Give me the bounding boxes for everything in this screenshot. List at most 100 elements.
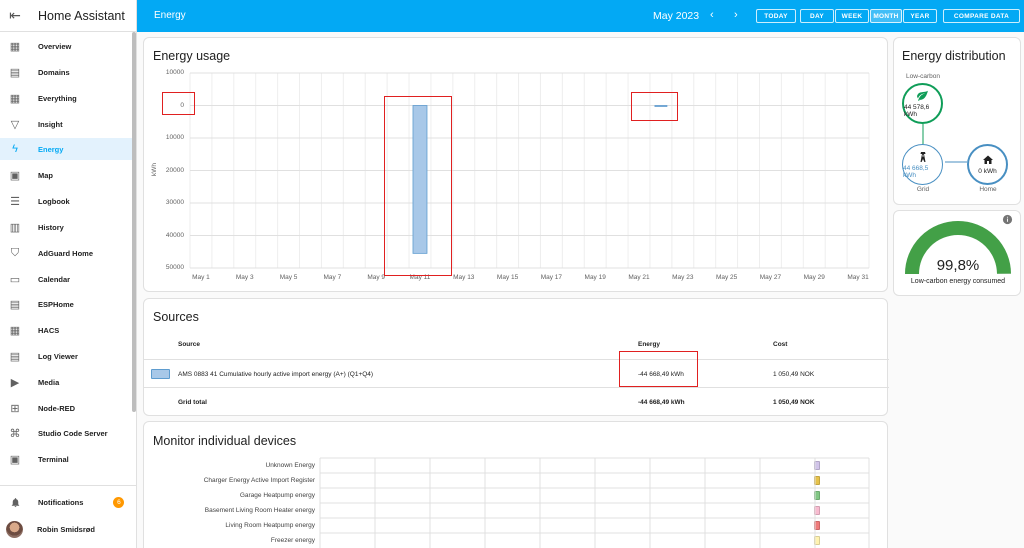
today-button[interactable]: TODAY <box>756 9 796 23</box>
sidebar-item-studio-code-server[interactable]: ⌘ Studio Code Server <box>0 422 132 444</box>
user-name: Robin Smidsrød <box>37 524 95 534</box>
day-button[interactable]: DAY <box>800 9 834 23</box>
low-carbon-node[interactable]: 44 578,6 kWh <box>902 83 943 124</box>
sidebar-item-label: HACS <box>38 325 60 335</box>
office-building-icon: ▤ <box>9 66 21 79</box>
sidebar-scrollbar[interactable] <box>132 32 136 412</box>
highlight-zero-label <box>162 92 195 115</box>
menu-open-icon[interactable]: ⇤ <box>0 7 30 24</box>
grid-node[interactable]: 44 668,5 kWh <box>902 144 943 185</box>
device-bar[interactable] <box>814 461 820 470</box>
home-label: Home <box>979 186 997 193</box>
device-bar[interactable] <box>814 521 820 530</box>
source-color-swatch <box>151 369 170 379</box>
highlight-source-energy <box>619 351 698 387</box>
sidebar-item-terminal[interactable]: ▣ Terminal <box>0 448 132 470</box>
source-cost: 1 050,49 NOK <box>773 371 815 378</box>
x-tick-label: May 17 <box>540 274 563 281</box>
year-button[interactable]: YEAR <box>903 9 937 23</box>
code-icon: ⌘ <box>9 427 21 440</box>
x-tick-label: May 1 <box>192 274 210 281</box>
chevron-left-icon[interactable]: ‹ <box>710 9 714 21</box>
x-tick-label: May 3 <box>235 274 254 281</box>
x-tick-label: May 13 <box>453 274 475 281</box>
sidebar-item-hacs[interactable]: ▦ HACS <box>0 319 132 341</box>
grid-total-label: Grid total <box>178 399 207 406</box>
sidebar-item-domains[interactable]: ▤ Domains <box>0 61 132 83</box>
device-bar[interactable] <box>814 491 820 500</box>
y-tick-label: 10000 <box>165 69 184 76</box>
week-button[interactable]: WEEK <box>835 9 869 23</box>
chart-box-icon: ▥ <box>9 221 21 234</box>
app-title: Home Assistant <box>38 8 125 23</box>
y-tick-label: 50000 <box>165 264 184 271</box>
sidebar-item-adguard-home[interactable]: ⛉ AdGuard Home <box>0 242 132 264</box>
sidebar-item-notifications[interactable]: Notifications 6 <box>0 491 132 513</box>
top-bar: Energy May 2023 ‹ › TODAY DAY WEEK MONTH… <box>137 0 1024 32</box>
device-label: Living Room Heatpump energy <box>225 522 315 529</box>
avatar <box>6 520 23 538</box>
y-tick-label: 40000 <box>165 231 184 239</box>
grid-total-cost: 1 050,49 NOK <box>773 399 815 406</box>
y-tick-label: 20000 <box>165 166 184 174</box>
sidebar-item-label: Everything <box>38 93 77 103</box>
energy-usage-title: Energy usage <box>153 49 231 63</box>
leaf-icon <box>917 90 928 101</box>
sidebar-item-user[interactable]: Robin Smidsrød <box>0 517 132 541</box>
col-energy: Energy <box>638 341 661 348</box>
calendar-icon: ▭ <box>9 273 21 286</box>
sidebar-item-insight[interactable]: ▽ Insight <box>0 113 132 135</box>
device-bar[interactable] <box>814 476 820 485</box>
sidebar-item-label: ESPHome <box>38 299 74 309</box>
home-node[interactable]: 0 kWh <box>967 144 1008 185</box>
sidebar-item-label: Insight <box>38 119 63 129</box>
grid-label: Grid <box>916 186 930 193</box>
sidebar-item-node-red[interactable]: ⊞ Node-RED <box>0 397 132 419</box>
month-button[interactable]: MONTH <box>870 9 902 23</box>
sidebar-item-label: Terminal <box>38 454 69 464</box>
x-tick-label: May 27 <box>759 274 782 281</box>
device-label: Unknown Energy <box>265 462 316 469</box>
highlight-may11-bar <box>384 96 452 276</box>
chip-icon: ▤ <box>9 298 21 311</box>
sidebar-item-label: Domains <box>38 67 70 77</box>
sitemap-icon: ⊞ <box>10 402 20 415</box>
gauge-value: 99,8% <box>936 257 980 274</box>
col-source: Source <box>178 341 201 348</box>
sidebar-item-map[interactable]: ▣ Map <box>0 164 132 186</box>
map-icon: ▣ <box>9 169 21 182</box>
filter-icon: ▽ <box>10 118 20 131</box>
low-carbon-gauge-card: 99,8% Low-carbon energy consumed <box>893 210 1021 296</box>
sidebar-item-log-viewer[interactable]: ▤ Log Viewer <box>0 345 132 367</box>
device-bar[interactable] <box>814 506 820 515</box>
text-box-icon: ▤ <box>9 350 21 363</box>
sources-title: Sources <box>153 310 199 324</box>
lightning-bolt-icon: ϟ <box>12 143 18 155</box>
sidebar-item-label: Map <box>38 170 53 180</box>
sidebar-header: ⇤ Home Assistant <box>0 0 136 32</box>
devices-title: Monitor individual devices <box>153 434 297 448</box>
x-tick-label: May 15 <box>496 274 519 281</box>
sidebar-item-media[interactable]: ▶ Media <box>0 371 132 393</box>
sidebar-item-calendar[interactable]: ▭ Calendar <box>0 268 132 290</box>
sidebar-item-label: History <box>38 222 64 232</box>
sidebar-item-history[interactable]: ▥ History <box>0 216 132 238</box>
sidebar-item-logbook[interactable]: ☰ Logbook <box>0 190 132 212</box>
chevron-right-icon[interactable]: › <box>734 9 738 21</box>
page-title: Energy <box>154 10 186 21</box>
sources-card: Sources Source Energy Cost AMS 0883 41 C… <box>143 298 889 416</box>
device-bar[interactable] <box>814 536 820 545</box>
sidebar-item-overview[interactable]: ▦ Overview <box>0 35 132 57</box>
sidebar-item-everything[interactable]: ▦ Everything <box>0 87 132 109</box>
sidebar-item-label: Node-RED <box>38 403 76 413</box>
low-carbon-label: Low-carbon <box>906 73 940 80</box>
list-icon: ☰ <box>10 195 20 208</box>
sidebar-item-energy[interactable]: ϟ Energy <box>0 138 132 160</box>
y-tick-label: 10000 <box>165 134 184 141</box>
compare-data-button[interactable]: COMPARE DATA <box>943 9 1020 23</box>
low-carbon-value: 44 578,6 kWh <box>904 104 930 118</box>
sidebar-item-esphome[interactable]: ▤ ESPHome <box>0 293 132 315</box>
source-name: AMS 0883 41 Cumulative hourly active imp… <box>178 371 374 378</box>
highlight-may22-bar <box>631 92 678 121</box>
sidebar-divider <box>0 485 136 486</box>
